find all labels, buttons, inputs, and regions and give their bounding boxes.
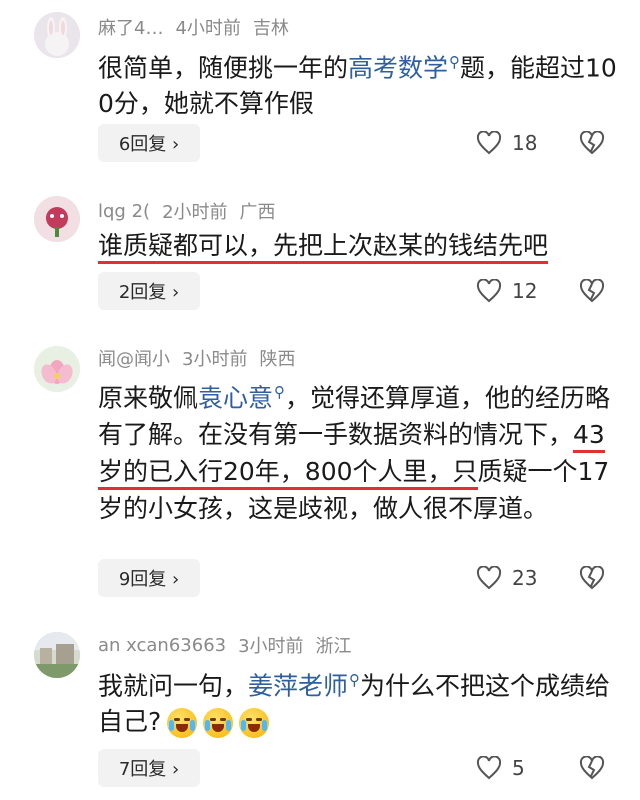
like-button[interactable]: 5	[476, 749, 525, 787]
dislike-button[interactable]	[578, 559, 606, 597]
broken-heart-icon	[579, 279, 605, 303]
timestamp: 3小时前	[182, 349, 248, 370]
avatar[interactable]	[34, 346, 80, 392]
timestamp: 3小时前	[238, 636, 304, 657]
search-icon[interactable]: ⚲	[349, 671, 360, 689]
location: 陕西	[259, 349, 296, 370]
replies-button[interactable]: 9回复 ›	[98, 559, 200, 597]
heart-icon	[476, 279, 502, 303]
comment-text: 我就问一句，姜萍老师⚲为什么不把这个成绩给自己?	[98, 662, 618, 740]
avatar-image	[34, 346, 80, 392]
comment-meta: an xcan63663 3小时前 浙江	[98, 630, 364, 660]
search-link[interactable]: 高考数学	[348, 53, 448, 82]
crying-laughing-emoji	[167, 708, 198, 739]
avatar[interactable]	[34, 632, 80, 678]
location: 吉林	[252, 18, 289, 39]
crying-laughing-emoji	[203, 708, 234, 739]
username[interactable]: an xcan63663	[98, 635, 226, 656]
avatar[interactable]	[34, 196, 80, 242]
text-segment: 原来敬佩	[98, 383, 199, 413]
comment-text: 原来敬佩袁心意⚲，觉得还算厚道，他的经历略有了解。在没有第一手数据资料的情况下，…	[98, 374, 618, 527]
heart-icon	[476, 566, 502, 590]
replies-button[interactable]: 6回复 ›	[98, 124, 200, 162]
like-button[interactable]: 12	[476, 272, 537, 310]
like-button[interactable]: 23	[476, 559, 537, 597]
dislike-button[interactable]	[578, 124, 606, 162]
location: 浙江	[315, 636, 352, 657]
heart-icon	[476, 131, 502, 155]
username[interactable]: lqg 2(	[98, 201, 150, 222]
avatar[interactable]	[34, 12, 80, 58]
avatar-image	[34, 632, 80, 678]
timestamp: 2小时前	[162, 202, 228, 223]
search-link[interactable]: 袁心意	[198, 383, 273, 412]
like-count: 5	[512, 756, 525, 780]
broken-heart-icon	[579, 566, 605, 590]
search-link[interactable]: 姜萍老师	[248, 671, 348, 700]
username[interactable]: 闻@闻小	[98, 345, 170, 371]
avatar-image	[34, 196, 80, 242]
dislike-button[interactable]	[578, 749, 606, 787]
text-segment: 很简单，随便挑一年的	[98, 53, 349, 83]
timestamp: 4小时前	[175, 18, 241, 39]
like-button[interactable]: 18	[476, 124, 537, 162]
comment-meta: lqg 2( 2小时前 广西	[98, 196, 288, 226]
comment-meta: 麻了4… 4小时前 吉林	[98, 12, 301, 42]
heart-icon	[476, 756, 502, 780]
underlined-text: 谁质疑都可以，先把上次赵某的钱结先吧	[98, 231, 549, 264]
comment-meta: 闻@闻小 3小时前 陕西	[98, 343, 307, 373]
location: 广西	[239, 202, 276, 223]
avatar-image	[34, 12, 80, 58]
dislike-button[interactable]	[578, 272, 606, 310]
search-icon[interactable]: ⚲	[274, 383, 285, 401]
username[interactable]: 麻了4…	[98, 14, 163, 40]
comment-text: 谁质疑都可以，先把上次赵某的钱结先吧	[98, 228, 618, 264]
broken-heart-icon	[579, 131, 605, 155]
text-segment: 我就问一句，	[98, 671, 249, 701]
like-count: 18	[512, 131, 538, 155]
like-count: 23	[512, 566, 538, 590]
replies-button[interactable]: 2回复 ›	[98, 272, 200, 310]
like-count: 12	[512, 279, 538, 303]
broken-heart-icon	[579, 756, 605, 780]
comment-text: 很简单，随便挑一年的高考数学⚲题，能超过100分，她就不算作假	[98, 44, 618, 122]
search-icon[interactable]: ⚲	[449, 53, 460, 71]
replies-button[interactable]: 7回复 ›	[98, 749, 200, 787]
crying-laughing-emoji	[239, 708, 270, 739]
